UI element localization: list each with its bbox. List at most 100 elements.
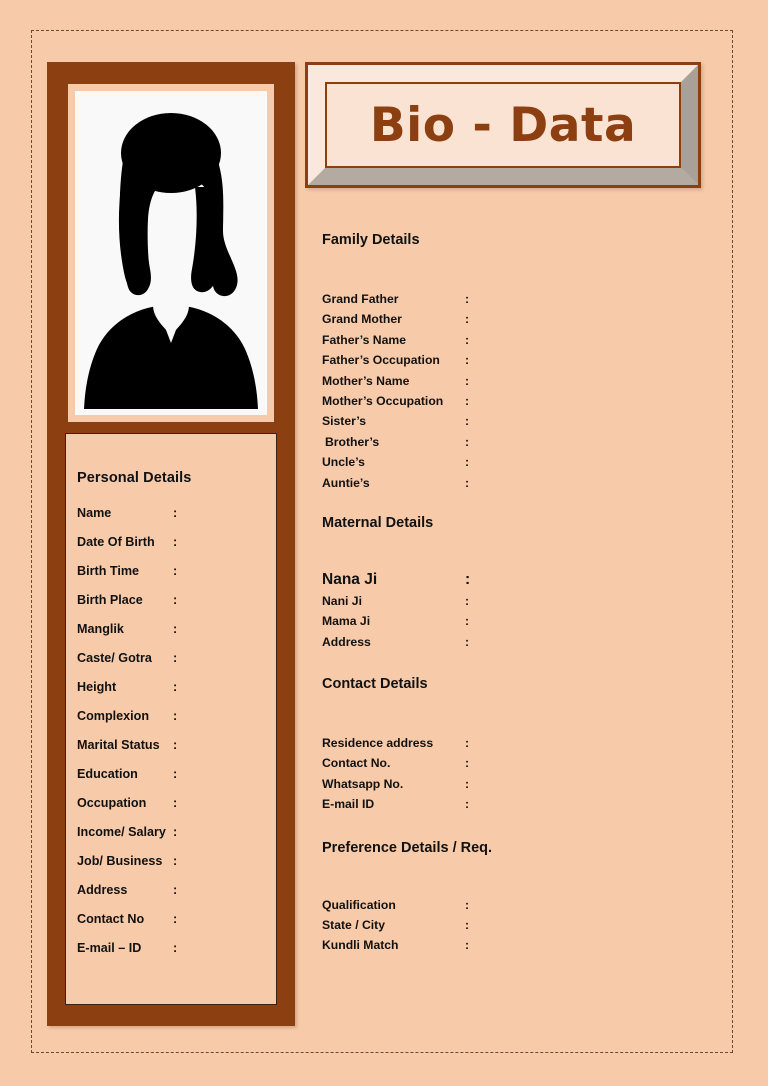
bevel-right-face	[681, 65, 698, 185]
title-inner-panel: Bio - Data	[325, 82, 681, 168]
row-label: State / City	[322, 918, 385, 933]
row-colon: :	[465, 918, 470, 933]
row-label: Marital Status	[77, 738, 160, 752]
personal-row-caste-gotra: Caste/ Gotra :	[77, 651, 270, 680]
row-label: Mama Ji	[322, 614, 371, 629]
row-label: Kundli Match	[322, 938, 399, 953]
row-label: Mother’s Name	[322, 373, 410, 388]
row-colon: :	[173, 912, 178, 926]
family-row-mothers-occupation: Mother’s Occupation :	[322, 394, 712, 414]
row-colon: :	[465, 475, 470, 490]
bevel-left-face	[308, 65, 325, 185]
row-colon: :	[173, 622, 178, 636]
row-label: Nani Ji	[322, 593, 362, 608]
row-colon: :	[173, 854, 178, 868]
row-colon: :	[465, 434, 470, 449]
row-label: E-mail – ID	[77, 941, 142, 955]
contact-details-heading: Contact Details	[322, 676, 428, 693]
row-label: Height	[77, 680, 117, 694]
row-colon: :	[465, 736, 470, 751]
maternal-details-rows: Nana Ji : Nani Ji : Mama Ji : Address :	[322, 571, 712, 655]
row-colon: :	[173, 941, 178, 955]
personal-row-marital-status: Marital Status :	[77, 738, 270, 767]
personal-row-birth-time: Birth Time :	[77, 564, 270, 593]
row-label: Address	[77, 883, 128, 897]
contact-row-whatsapp-no: Whatsapp No. :	[322, 777, 712, 797]
left-photo-and-details-frame: Personal Details Name : Date Of Birth : …	[47, 62, 295, 1026]
maternal-details-section: Maternal Details Nana Ji : Nani Ji : Mam…	[322, 515, 712, 655]
personal-details-rows: Name : Date Of Birth : Birth Time : Birt…	[77, 506, 270, 970]
row-label: Nana Ji	[322, 570, 378, 588]
row-colon: :	[465, 614, 470, 629]
contact-row-contact-no: Contact No. :	[322, 756, 712, 776]
preference-details-section: Preference Details / Req. Qualification …	[322, 840, 712, 959]
row-colon: :	[465, 353, 470, 368]
row-colon: :	[173, 593, 178, 607]
personal-row-contact-no: Contact No :	[77, 912, 270, 941]
row-colon: :	[465, 393, 470, 408]
family-row-sisters: Sister’s :	[322, 414, 712, 434]
row-colon: :	[173, 883, 178, 897]
personal-row-height: Height :	[77, 680, 270, 709]
maternal-row-address: Address :	[322, 635, 712, 655]
personal-details-panel: Personal Details Name : Date Of Birth : …	[65, 433, 277, 1005]
maternal-row-nana-ji: Nana Ji :	[322, 571, 712, 594]
row-label: Brother’s	[325, 434, 380, 449]
row-colon: :	[465, 938, 470, 953]
row-label: Father’s Occupation	[322, 353, 440, 368]
contact-row-residence-address: Residence address :	[322, 736, 712, 756]
personal-row-job-business: Job/ Business :	[77, 854, 270, 883]
right-column: Family Details Grand Father : Grand Moth…	[322, 232, 712, 959]
personal-row-complexion: Complexion :	[77, 709, 270, 738]
family-details-section: Family Details Grand Father : Grand Moth…	[322, 232, 712, 496]
maternal-row-mama-ji: Mama Ji :	[322, 614, 712, 634]
preference-details-heading: Preference Details / Req.	[322, 839, 493, 856]
row-label: E-mail ID	[322, 797, 375, 812]
row-label: Date Of Birth	[77, 535, 155, 549]
family-row-mothers-name: Mother’s Name :	[322, 374, 712, 394]
bevel-top-face	[308, 65, 698, 82]
row-label: Birth Time	[77, 564, 140, 578]
personal-row-occupation: Occupation :	[77, 796, 270, 825]
personal-row-manglik: Manglik :	[77, 622, 270, 651]
row-colon: :	[173, 709, 178, 723]
row-label: Father’s Name	[322, 332, 406, 347]
row-colon: :	[465, 312, 470, 327]
row-colon: :	[465, 634, 470, 649]
row-colon: :	[465, 292, 470, 306]
row-label: Caste/ Gotra	[77, 651, 152, 665]
row-colon: :	[465, 776, 470, 791]
family-row-uncles: Uncle’s :	[322, 455, 712, 475]
row-colon: :	[173, 506, 178, 520]
row-label: Mother’s Occupation	[322, 393, 444, 408]
row-label: Sister’s	[322, 414, 367, 429]
row-colon: :	[465, 373, 470, 388]
preference-row-state-city: State / City :	[322, 918, 712, 938]
contact-details-rows: Residence address : Contact No. : Whatsa…	[322, 736, 712, 818]
family-row-brothers: Brother’s :	[322, 435, 712, 455]
row-label: Birth Place	[77, 593, 143, 607]
row-colon: :	[465, 455, 470, 470]
row-label: Uncle’s	[322, 455, 365, 470]
row-label: Occupation	[77, 796, 147, 810]
row-label: Residence address	[322, 736, 434, 751]
row-colon: :	[465, 756, 470, 771]
row-label: Contact No	[77, 912, 145, 926]
personal-row-income-salary: Income/ Salary :	[77, 825, 270, 854]
title-plaque: Bio - Data	[305, 62, 701, 188]
row-label: Income/ Salary	[77, 825, 166, 839]
contact-row-email-id: E-mail ID :	[322, 797, 712, 817]
family-row-grand-mother: Grand Mother :	[322, 312, 712, 332]
personal-details-heading: Personal Details	[77, 470, 192, 486]
personal-row-email-id: E-mail – ID :	[77, 941, 270, 970]
row-label: Address	[322, 634, 371, 649]
personal-row-date-of-birth: Date Of Birth :	[77, 535, 270, 564]
page-title: Bio - Data	[369, 97, 637, 153]
row-label: Whatsapp No.	[322, 776, 404, 791]
personal-row-birth-place: Birth Place :	[77, 593, 270, 622]
photo-placeholder[interactable]	[75, 91, 267, 415]
row-label: Contact No.	[322, 756, 391, 771]
row-colon: :	[173, 767, 178, 781]
row-label: Manglik	[77, 622, 124, 636]
row-label: Auntie’s	[322, 475, 370, 490]
